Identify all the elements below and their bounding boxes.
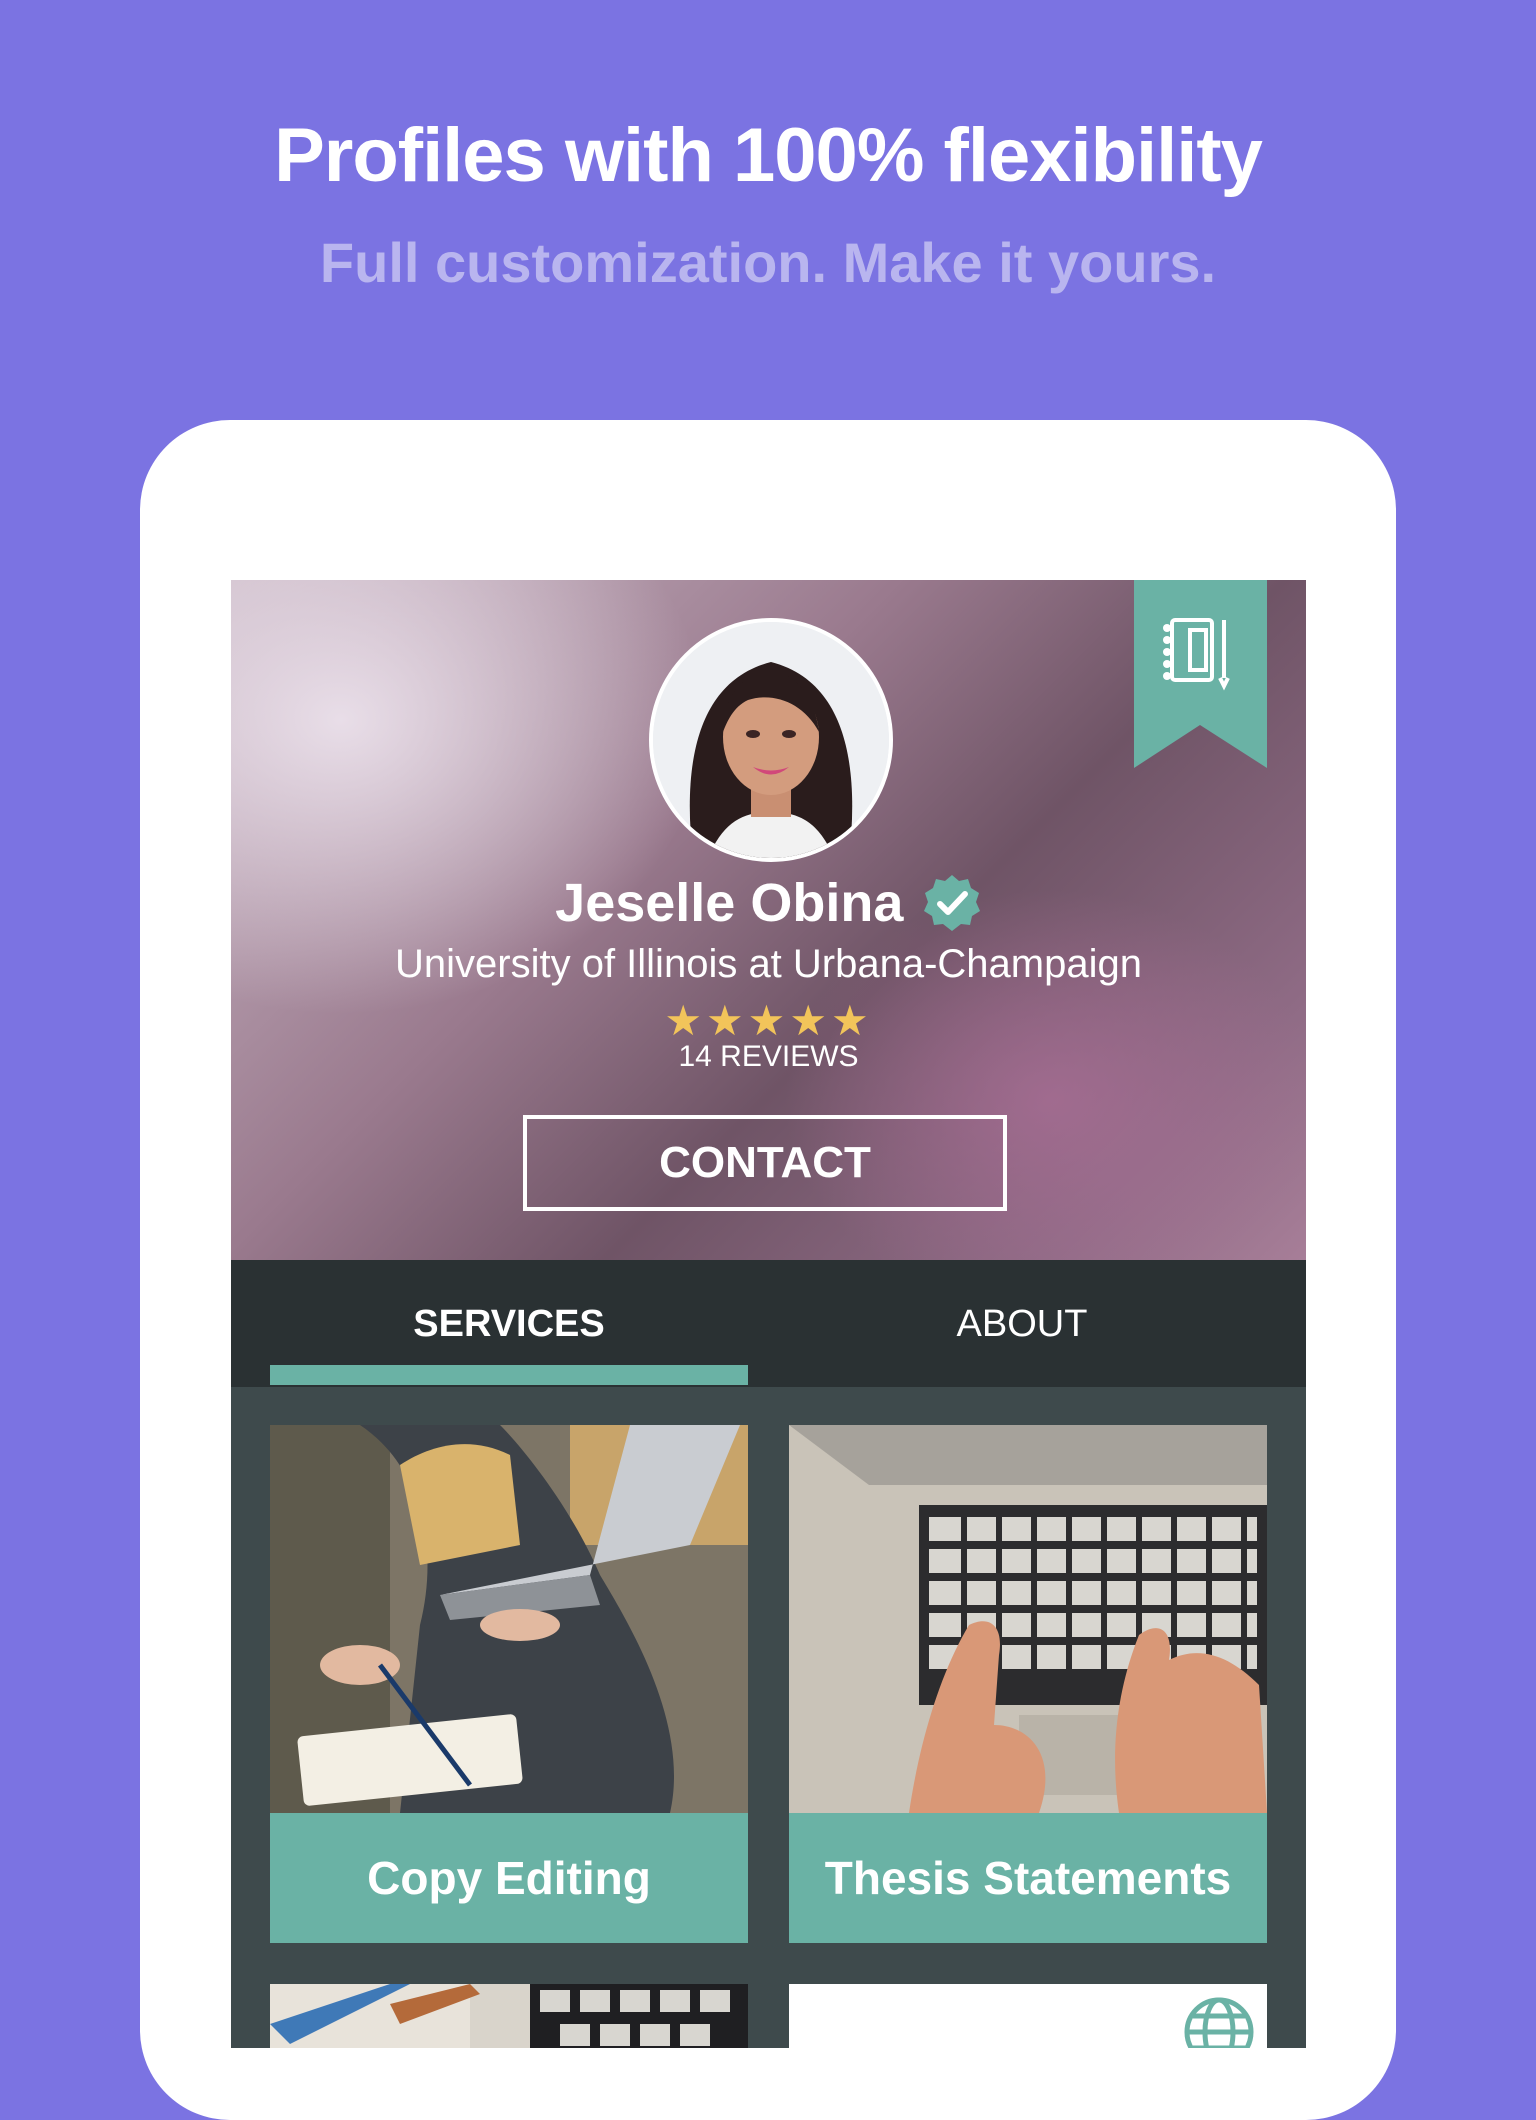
app-screen: Jeselle Obina University of Illinois at … bbox=[231, 580, 1306, 2048]
service-card-partial[interactable] bbox=[270, 1984, 748, 2048]
tab-about[interactable]: ABOUT bbox=[783, 1260, 1261, 1387]
service-label: Thesis Statements bbox=[789, 1813, 1267, 1943]
service-card-thesis-statements[interactable]: Thesis Statements bbox=[789, 1425, 1267, 1943]
profile-school: University of Illinois at Urbana-Champai… bbox=[395, 942, 1142, 986]
service-image-books bbox=[270, 1984, 748, 2048]
service-image-keyboard bbox=[789, 1425, 1267, 1813]
service-image-writing bbox=[270, 1425, 748, 1813]
avatar-portrait bbox=[653, 622, 889, 858]
service-label: Copy Editing bbox=[270, 1813, 748, 1943]
service-card-partial-2[interactable] bbox=[789, 1984, 1267, 2048]
verified-badge-icon bbox=[923, 875, 980, 931]
contact-button[interactable]: CONTACT bbox=[523, 1115, 1007, 1211]
reviews-count[interactable]: 14 REVIEWS bbox=[231, 1040, 1306, 1074]
service-card-copy-editing[interactable]: Copy Editing bbox=[270, 1425, 748, 1943]
profile-name: Jeselle Obina bbox=[555, 873, 904, 933]
active-tab-indicator bbox=[270, 1365, 748, 1385]
profile-header: Jeselle Obina University of Illinois at … bbox=[231, 580, 1306, 1260]
profile-name-row: Jeselle Obina bbox=[231, 872, 1306, 934]
promo-headline: Profiles with 100% flexibility bbox=[274, 113, 1263, 198]
globe-icon bbox=[1184, 1997, 1254, 2048]
promo-subheadline: Full customization. Make it yours. bbox=[319, 231, 1217, 294]
bookmark-icon[interactable] bbox=[1134, 580, 1267, 768]
rating-stars: ★★★★★ bbox=[664, 997, 873, 1044]
profile-avatar bbox=[649, 618, 893, 862]
